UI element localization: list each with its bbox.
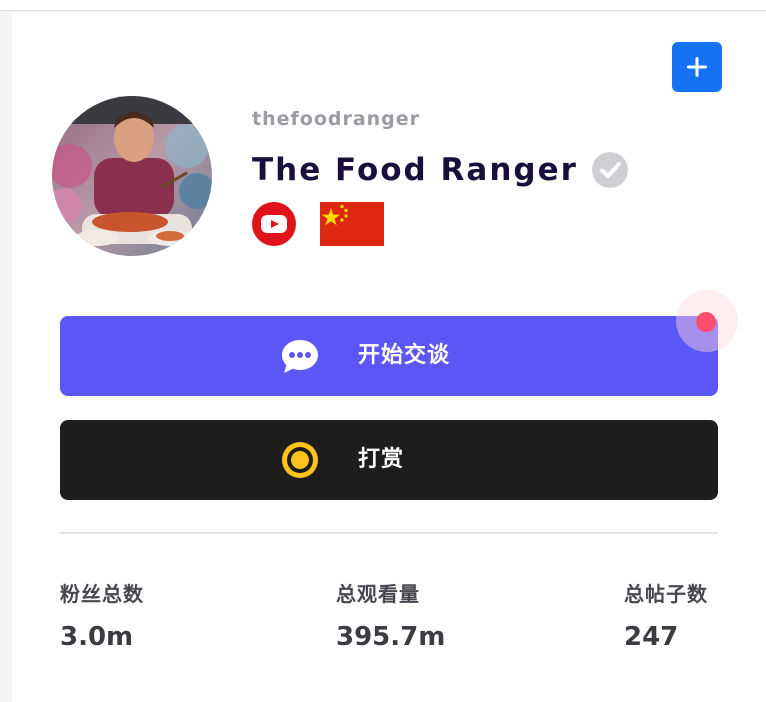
page: thefoodranger The Food Ranger 开始交谈 打赏 粉丝…: [0, 0, 766, 702]
start-chat-button[interactable]: 开始交谈: [60, 316, 718, 396]
youtube-icon[interactable]: [252, 202, 296, 246]
stats-divider: [60, 532, 718, 534]
total-posts-value: 247: [624, 622, 679, 652]
total-views-value: 395.7m: [336, 622, 446, 652]
top-divider: [0, 0, 766, 11]
tip-label: 打赏: [358, 447, 405, 472]
followers-label: 粉丝总数: [60, 582, 144, 606]
coin-icon: [282, 442, 318, 478]
china-flag-icon: [320, 202, 384, 246]
plus-icon: [687, 57, 707, 77]
notification-dot: [696, 312, 716, 332]
display-name: The Food Ranger: [252, 152, 578, 188]
chat-bubble-icon: [282, 340, 318, 373]
check-circle-icon: [592, 152, 628, 188]
followers-value: 3.0m: [60, 622, 134, 652]
tip-button[interactable]: 打赏: [60, 420, 718, 500]
left-gutter: [0, 12, 12, 702]
add-button[interactable]: [672, 42, 722, 92]
profile-card: thefoodranger The Food Ranger 开始交谈 打赏 粉丝…: [12, 12, 766, 702]
total-views-label: 总观看量: [336, 582, 420, 606]
total-posts-label: 总帖子数: [624, 582, 708, 606]
handle: thefoodranger: [252, 108, 421, 130]
start-chat-label: 开始交谈: [358, 343, 451, 368]
avatar[interactable]: [52, 96, 212, 256]
